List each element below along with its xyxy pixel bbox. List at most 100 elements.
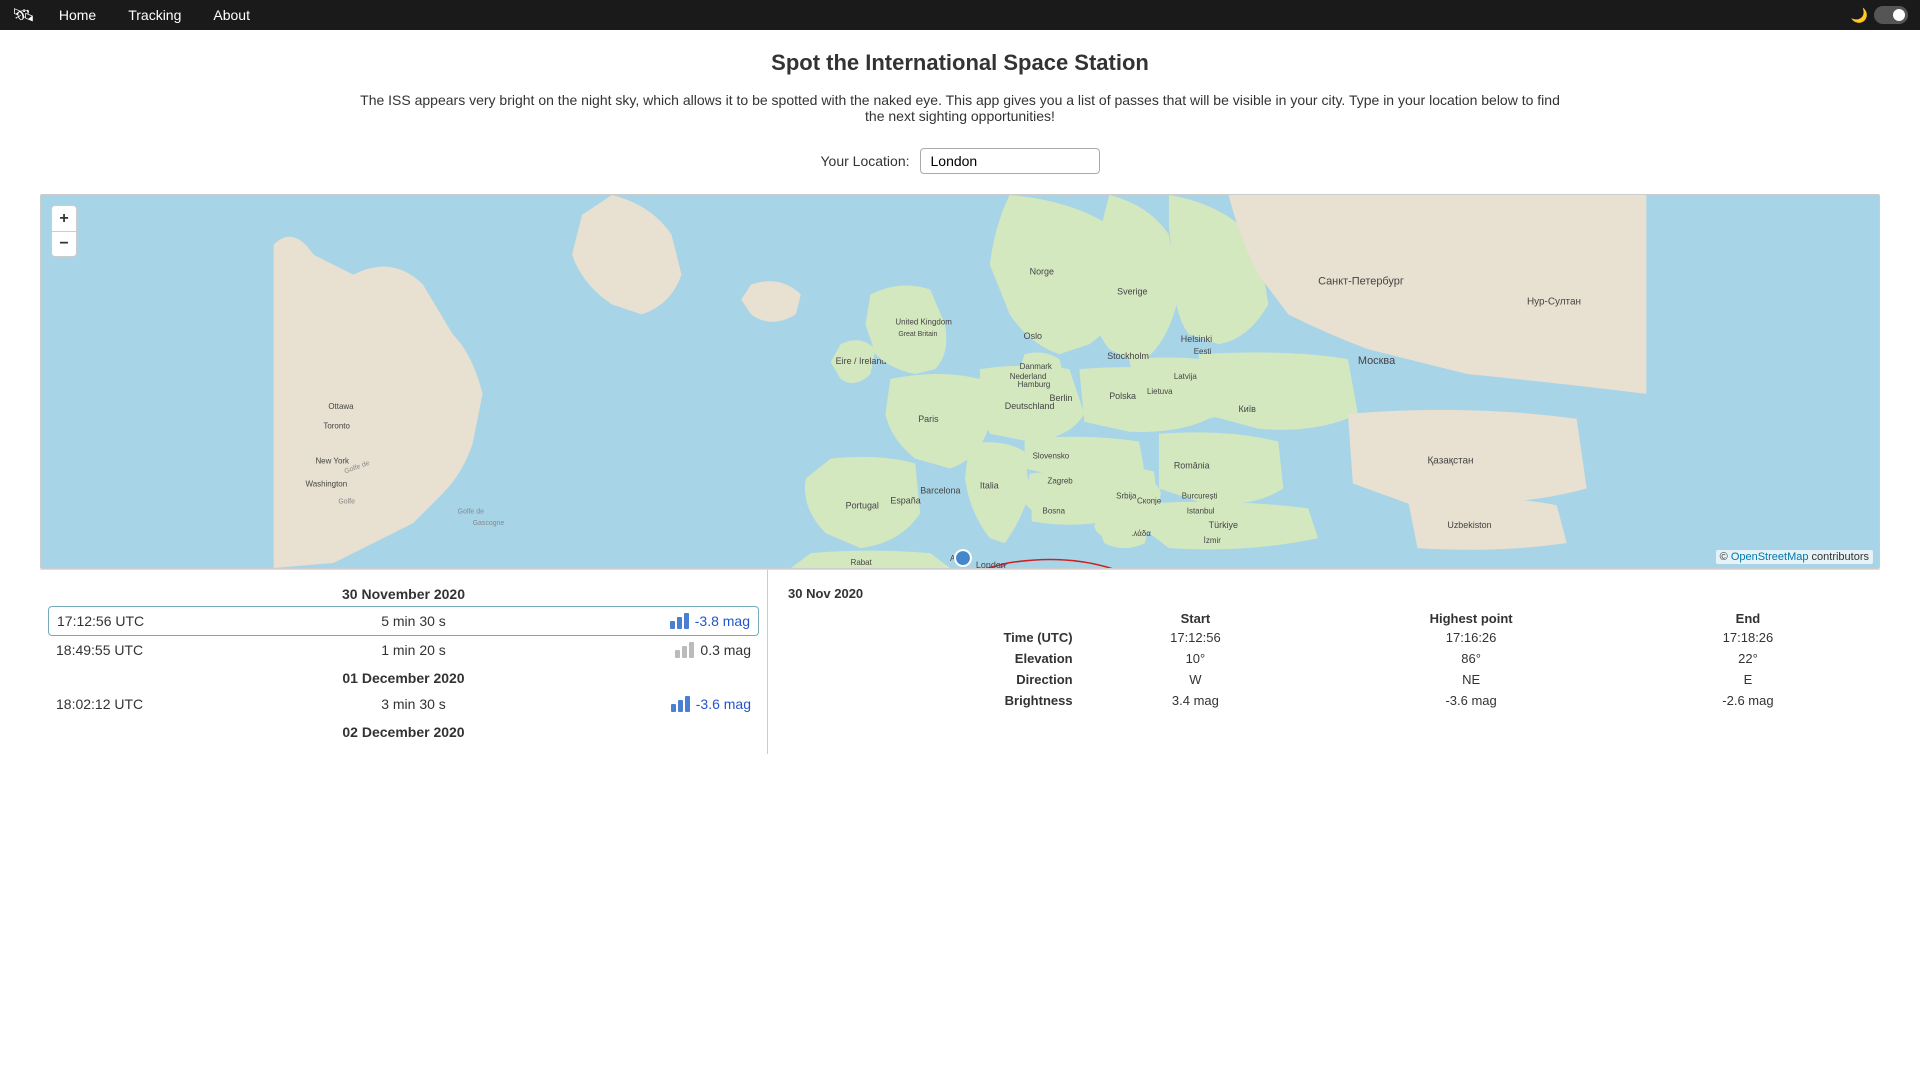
- pass-row[interactable]: 18:49:55 UTC 1 min 20 s 0.3 mag: [40, 636, 767, 664]
- time-end: 17:18:26: [1636, 630, 1860, 648]
- row-label-brightness: Brightness: [788, 690, 1085, 711]
- svg-text:Danmark: Danmark: [1020, 362, 1052, 371]
- bar-3: [689, 642, 694, 658]
- row-label-elevation: Elevation: [788, 648, 1085, 669]
- svg-text:Rabat: Rabat: [851, 558, 873, 567]
- page-title: Spot the International Space Station: [40, 50, 1880, 76]
- svg-text:Санкт-Петербург: Санкт-Петербург: [1318, 276, 1404, 288]
- svg-text:United Kingdom: United Kingdom: [895, 317, 952, 326]
- bar-3: [685, 696, 690, 712]
- bar-2: [682, 646, 687, 658]
- svg-text:Москва: Москва: [1358, 355, 1396, 367]
- date-header-2: 01 December 2020: [40, 664, 767, 690]
- elev-start: 10°: [1085, 648, 1307, 669]
- bright-end: -2.6 mag: [1636, 690, 1860, 711]
- elev-highest: 86°: [1306, 648, 1636, 669]
- svg-text:Нур-Султан: Нур-Султан: [1527, 296, 1581, 307]
- brightness-icon: [671, 696, 690, 712]
- nav-home[interactable]: Home: [43, 0, 112, 30]
- row-label-direction: Direction: [788, 669, 1085, 690]
- svg-text:Hamburg: Hamburg: [1018, 380, 1051, 389]
- elev-end: 22°: [1636, 648, 1860, 669]
- svg-text:Golfe de: Golfe de: [458, 508, 484, 515]
- svg-text:Uzbekiston: Uzbekiston: [1447, 520, 1491, 530]
- date-header-3: 02 December 2020: [40, 718, 767, 744]
- svg-text:Toronto: Toronto: [323, 422, 350, 431]
- svg-text:Latvija: Latvija: [1174, 372, 1198, 381]
- svg-text:Türkiye: Türkiye: [1209, 520, 1238, 530]
- zoom-in-button[interactable]: +: [51, 205, 77, 231]
- svg-text:Burcurești: Burcurești: [1182, 491, 1218, 500]
- svg-text:Italia: Italia: [980, 480, 999, 490]
- svg-text:Golfe: Golfe: [338, 498, 355, 505]
- svg-text:Lietuva: Lietuva: [1147, 387, 1173, 396]
- time-highest: 17:16:26: [1306, 630, 1636, 648]
- map-svg: Eire / Ireland United Kingdom Great Brit…: [41, 195, 1879, 568]
- navbar: 🛰 Home Tracking About 🌙: [0, 0, 1920, 30]
- toggle-switch[interactable]: [1874, 6, 1908, 24]
- page-subtitle: The ISS appears very bright on the night…: [360, 92, 1560, 124]
- svg-text:Portugal: Portugal: [846, 500, 879, 510]
- main-content: Spot the International Space Station The…: [0, 30, 1920, 774]
- brightness-icon: [675, 642, 694, 658]
- location-input[interactable]: [920, 148, 1100, 174]
- pass-time: 18:02:12 UTC: [56, 696, 216, 712]
- svg-text:Deutschland: Deutschland: [1005, 401, 1055, 411]
- svg-text:España: España: [890, 495, 920, 505]
- table-row: Elevation 10° 86° 22°: [788, 648, 1860, 669]
- col-highest: Highest point: [1306, 611, 1636, 630]
- bar-3: [684, 613, 689, 629]
- location-row: Your Location:: [40, 148, 1880, 174]
- brightness-value: -3.6 mag: [696, 696, 751, 712]
- bright-start: 3.4 mag: [1085, 690, 1307, 711]
- dir-end: E: [1636, 669, 1860, 690]
- lower-section: 30 November 2020 17:12:56 UTC 5 min 30 s…: [40, 569, 1880, 754]
- map-container[interactable]: + − Eire / Ireland United Kingdom Great …: [40, 194, 1880, 569]
- svg-text:Barcelona: Barcelona: [920, 485, 960, 495]
- bar-1: [671, 704, 676, 712]
- date-header-1: 30 November 2020: [40, 580, 767, 606]
- pass-duration: 5 min 30 s: [217, 613, 610, 629]
- pass-row[interactable]: 17:12:56 UTC 5 min 30 s -3.8 mag: [48, 606, 759, 636]
- svg-text:Great Britain: Great Britain: [898, 331, 937, 338]
- svg-text:Қазақстан: Қазақстан: [1427, 456, 1473, 467]
- svg-text:Paris: Paris: [918, 414, 939, 424]
- svg-text:Ottawa: Ottawa: [328, 402, 354, 411]
- location-label: Your Location:: [821, 153, 910, 169]
- nav-logo: 🛰: [12, 5, 35, 26]
- bar-1: [670, 621, 675, 629]
- dark-mode-toggle[interactable]: 🌙: [1851, 6, 1908, 24]
- dir-highest: NE: [1306, 669, 1636, 690]
- svg-text:Bosna: Bosna: [1043, 506, 1066, 515]
- col-start: Start: [1085, 611, 1307, 630]
- svg-text:Washington: Washington: [306, 479, 348, 488]
- pass-time: 18:49:55 UTC: [56, 642, 216, 658]
- detail-table: Start Highest point End Time (UTC) 17:12…: [788, 611, 1860, 711]
- time-start: 17:12:56: [1085, 630, 1307, 648]
- pass-list: 30 November 2020 17:12:56 UTC 5 min 30 s…: [40, 570, 768, 754]
- pass-brightness: -3.8 mag: [610, 613, 750, 629]
- pass-row[interactable]: 18:02:12 UTC 3 min 30 s -3.6 mag: [40, 690, 767, 718]
- detail-date: 30 Nov 2020: [788, 586, 1860, 601]
- brightness-value: 0.3 mag: [700, 642, 751, 658]
- moon-icon: 🌙: [1851, 7, 1868, 24]
- svg-text:Stockholm: Stockholm: [1107, 351, 1149, 361]
- nav-tracking[interactable]: Tracking: [112, 0, 197, 30]
- svg-text:Polska: Polska: [1109, 391, 1136, 401]
- table-row: Direction W NE E: [788, 669, 1860, 690]
- svg-text:Eesti: Eesti: [1194, 347, 1212, 356]
- row-label-time: Time (UTC): [788, 630, 1085, 648]
- brightness-value: -3.8 mag: [695, 613, 750, 629]
- pass-duration: 1 min 20 s: [216, 642, 611, 658]
- osm-credit: © OpenStreetMap contributors: [1716, 550, 1873, 564]
- svg-text:New York: New York: [315, 457, 349, 466]
- map-zoom-controls: + −: [51, 205, 77, 257]
- svg-text:London: London: [976, 560, 1006, 568]
- bright-highest: -3.6 mag: [1306, 690, 1636, 711]
- svg-text:İzmir: İzmir: [1204, 536, 1222, 545]
- zoom-out-button[interactable]: −: [51, 231, 77, 257]
- nav-about[interactable]: About: [197, 0, 266, 30]
- pass-brightness: 0.3 mag: [611, 642, 751, 658]
- svg-text:Slovensko: Slovensko: [1033, 452, 1070, 461]
- table-row: Time (UTC) 17:12:56 17:16:26 17:18:26: [788, 630, 1860, 648]
